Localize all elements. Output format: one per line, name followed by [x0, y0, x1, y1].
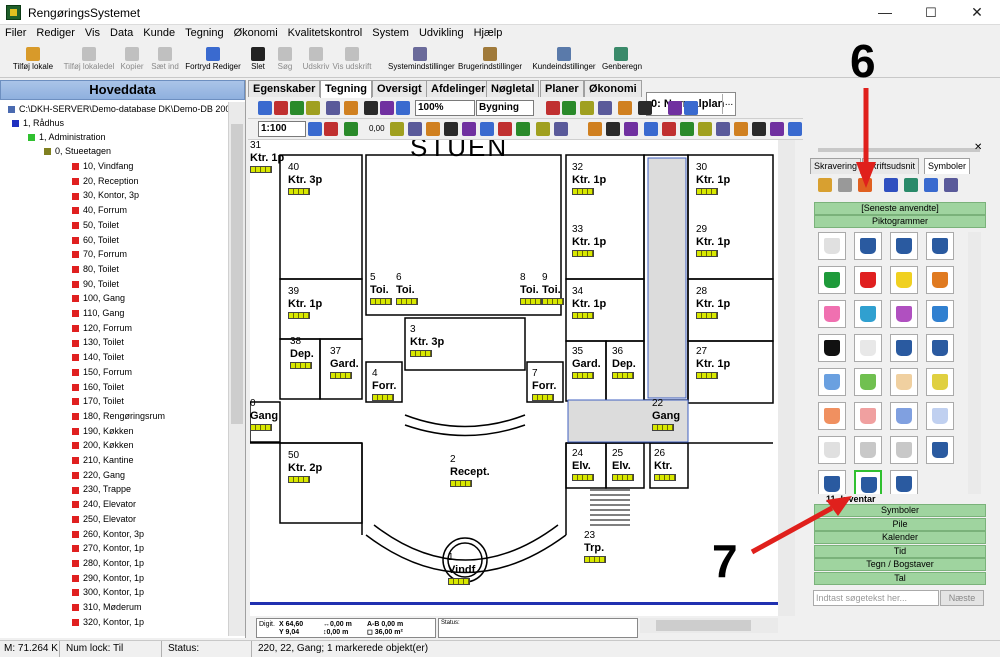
- annotation-seven: 7: [712, 535, 738, 587]
- annotation-six: 6: [850, 35, 876, 87]
- annotation-arrows: [750, 88, 876, 555]
